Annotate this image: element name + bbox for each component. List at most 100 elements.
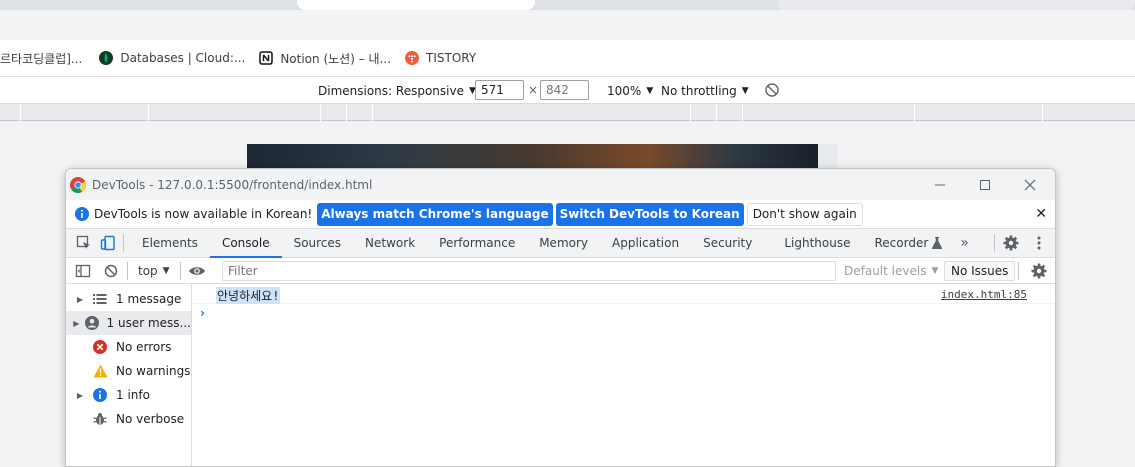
- ruler-segment: [716, 104, 742, 121]
- tab-network[interactable]: Network: [353, 229, 427, 258]
- sidebar-item-verbose[interactable]: No verbose: [66, 407, 191, 431]
- browser-toolbar: [0, 10, 1135, 40]
- tab-label: Console: [221, 236, 270, 250]
- levels-label: Default levels: [844, 264, 927, 278]
- console-prompt-chevron-icon[interactable]: ›: [200, 306, 205, 320]
- bookmark-item[interactable]: Notion (노션) – 내...: [259, 40, 391, 77]
- browser-tab[interactable]: [0, 0, 295, 10]
- user-icon: [84, 315, 99, 331]
- notion-icon: [259, 51, 274, 65]
- console-message-text[interactable]: 안녕하세요!: [216, 287, 281, 304]
- separator: [123, 234, 124, 252]
- sidebar-item-label: No errors: [116, 340, 172, 354]
- tab-label: Lighthouse: [784, 236, 851, 250]
- gear-icon[interactable]: [1002, 234, 1020, 252]
- console-message[interactable]: 안녕하세요! index.html:85: [192, 284, 1055, 304]
- sidebar-item-label: No warnings: [116, 364, 191, 378]
- throttling-dropdown[interactable]: No throttling ▼: [661, 77, 749, 104]
- tab-label: Recorder: [874, 236, 929, 250]
- expand-arrow-icon[interactable]: ▶: [72, 295, 88, 304]
- tab-security[interactable]: Security: [691, 229, 772, 258]
- console-toolbar: top ▼ Default levels ▼ No Issues: [66, 258, 1055, 284]
- caret-down-icon: ▼: [646, 85, 654, 96]
- ruler-segment: [320, 104, 346, 121]
- expand-arrow-icon[interactable]: ▶: [72, 319, 81, 328]
- maximize-icon: [979, 179, 990, 190]
- switch-to-korean-button[interactable]: Switch DevTools to Korean: [555, 202, 744, 226]
- bookmark-label: Notion (노션) – 내...: [280, 51, 392, 66]
- tab-label: Elements: [142, 236, 198, 250]
- flask-icon: [932, 237, 943, 249]
- tab-label: Network: [365, 236, 416, 250]
- tab-application[interactable]: Application: [600, 229, 691, 258]
- devtools-titlebar: DevTools - 127.0.0.1:5500/frontend/index…: [66, 169, 1055, 200]
- sidebar-item-errors[interactable]: No errors: [66, 335, 191, 359]
- close-button[interactable]: [1007, 169, 1052, 200]
- issues-button[interactable]: No Issues: [944, 261, 1016, 281]
- bookmark-label: Databases | Cloud:...: [120, 51, 246, 65]
- more-tabs-icon[interactable]: »: [960, 235, 969, 251]
- close-icon[interactable]: ✕: [1035, 206, 1047, 222]
- device-toolbar-icon[interactable]: [99, 234, 117, 252]
- tab-sources[interactable]: Sources: [282, 229, 353, 258]
- sidebar-toggle-icon[interactable]: [74, 262, 92, 280]
- source-link[interactable]: index.html:85: [941, 288, 1027, 301]
- eye-icon[interactable]: [188, 262, 206, 280]
- media-query-ruler[interactable]: [0, 104, 1135, 121]
- dimensions-dropdown[interactable]: Dimensions: Responsive ▼: [318, 77, 476, 104]
- tab-performance[interactable]: Performance: [427, 229, 527, 258]
- browser-tab-active[interactable]: [297, 0, 535, 10]
- expand-arrow-icon[interactable]: ▶: [72, 391, 88, 400]
- sidebar-item-label: 1 info: [116, 388, 150, 402]
- devtools-window: DevTools - 127.0.0.1:5500/frontend/index…: [65, 168, 1056, 467]
- ruler-segment: [742, 104, 914, 121]
- context-selector[interactable]: top ▼: [138, 258, 170, 284]
- maximize-button[interactable]: [962, 169, 1007, 200]
- log-levels-dropdown[interactable]: Default levels ▼: [844, 258, 938, 284]
- height-input[interactable]: [540, 80, 589, 100]
- kebab-menu-icon[interactable]: [1030, 234, 1048, 252]
- browser-tab-strip: [0, 0, 1135, 10]
- zoom-dropdown[interactable]: 100% ▼: [607, 77, 653, 104]
- language-infobar: DevTools is now available in Korean! Alw…: [66, 200, 1055, 229]
- caret-down-icon: ▼: [162, 266, 170, 276]
- filter-input[interactable]: [222, 261, 836, 281]
- clear-console-icon[interactable]: [102, 262, 120, 280]
- chrome-icon: [70, 176, 86, 193]
- page-hero-image: [247, 144, 818, 169]
- page-gutter: [818, 144, 838, 169]
- tab-label: Security: [703, 236, 753, 250]
- tab-elements[interactable]: Elements: [130, 229, 210, 258]
- dont-show-again-button[interactable]: Don't show again: [746, 202, 863, 226]
- sidebar-item-warnings[interactable]: No warnings: [66, 359, 191, 383]
- bookmark-item[interactable]: 르타코딩클럽]...: [0, 40, 82, 77]
- device-toolbar: Dimensions: Responsive ▼ × 100% ▼ No thr…: [0, 77, 1135, 104]
- sidebar-item-info[interactable]: ▶ 1 info: [66, 383, 191, 407]
- tab-recorder[interactable]: Recorder: [863, 229, 955, 258]
- times-sign: ×: [528, 83, 539, 97]
- ruler-segment: [690, 104, 716, 121]
- error-icon: [92, 339, 108, 355]
- minimize-button[interactable]: [917, 169, 962, 200]
- ruler-segment: [914, 104, 1042, 121]
- tab-label: Sources: [293, 236, 342, 250]
- ruler-segment: [346, 104, 372, 121]
- tab-memory[interactable]: Memory: [527, 229, 600, 258]
- bookmark-item[interactable]: Databases | Cloud:...: [99, 40, 245, 77]
- separator: [994, 234, 995, 252]
- sidebar-item-messages[interactable]: ▶ 1 message: [66, 287, 191, 311]
- browser-tab[interactable]: [777, 0, 1135, 10]
- rotate-icon[interactable]: [764, 82, 780, 101]
- tab-lighthouse[interactable]: Lighthouse: [772, 229, 862, 258]
- always-match-language-button[interactable]: Always match Chrome's language: [317, 202, 553, 226]
- minimize-icon: [934, 184, 945, 185]
- throttling-label: No throttling: [661, 83, 737, 98]
- console-settings-gear-icon[interactable]: [1030, 262, 1048, 280]
- sidebar-item-user-messages[interactable]: ▶ 1 user mess...: [66, 311, 191, 335]
- tab-console[interactable]: Console: [209, 229, 282, 258]
- devtools-title: DevTools - 127.0.0.1:5500/frontend/index…: [92, 177, 373, 192]
- ruler-segment: [372, 104, 690, 121]
- width-input[interactable]: [475, 80, 524, 100]
- inspect-element-icon[interactable]: [75, 234, 93, 252]
- bookmark-item[interactable]: TISTORY: [405, 40, 476, 77]
